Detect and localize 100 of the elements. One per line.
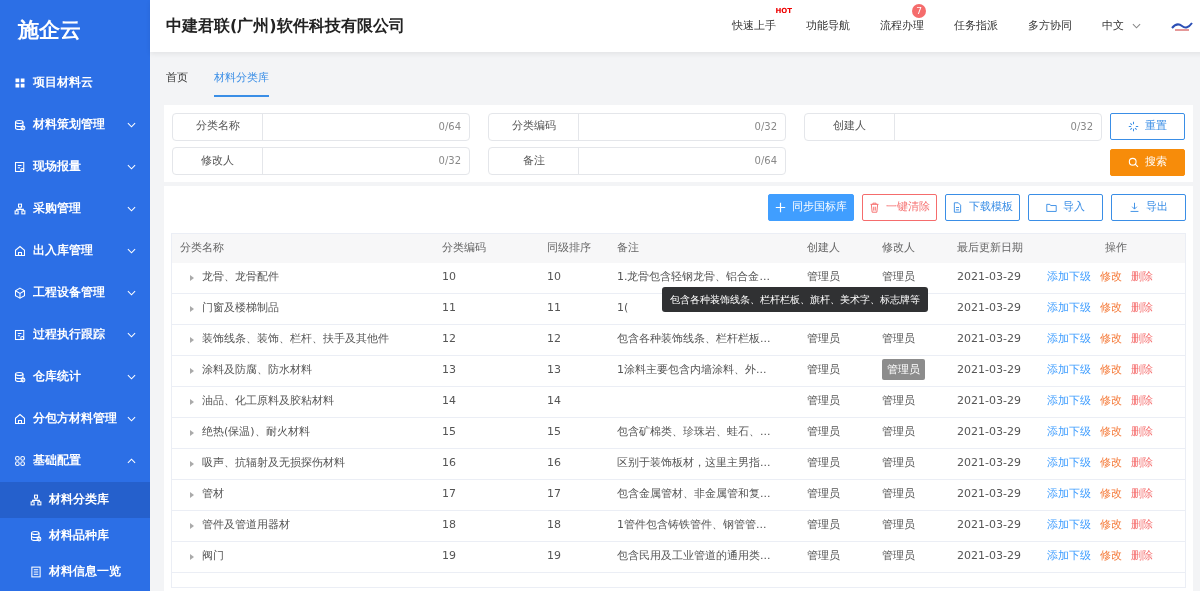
- toolbar-button[interactable]: 导出: [1111, 193, 1186, 221]
- toolbar-button[interactable]: 导入: [1028, 193, 1103, 221]
- toolbar-button[interactable]: 同步国标库: [768, 193, 854, 221]
- category-name: 管件及管道用器材: [202, 517, 290, 534]
- expand-icon[interactable]: [190, 398, 194, 405]
- action-link[interactable]: 修改: [1100, 300, 1122, 317]
- sidebar-item[interactable]: 仓库统计: [0, 356, 150, 398]
- action-link[interactable]: 删除: [1131, 331, 1153, 348]
- action-link[interactable]: 修改: [1100, 362, 1122, 379]
- reset-button[interactable]: 重置: [1110, 112, 1185, 140]
- folder-icon: [1046, 201, 1057, 213]
- sidebar-item[interactable]: 现场报量: [0, 146, 150, 188]
- input-field[interactable]: 分类名称 0/64: [172, 112, 470, 141]
- input-field[interactable]: 修改人 0/32: [172, 147, 470, 175]
- action-link[interactable]: 添加下级: [1047, 331, 1091, 348]
- chevron-down-icon: [127, 290, 136, 296]
- nav-link[interactable]: 快速上手: [732, 18, 776, 32]
- table-cell: 管理员: [807, 332, 840, 346]
- action-link[interactable]: 删除: [1131, 517, 1153, 534]
- action-link[interactable]: 修改: [1100, 455, 1122, 472]
- chevron-down-icon: [127, 374, 136, 380]
- input-field[interactable]: 备注 0/64: [488, 147, 786, 175]
- search-icon: [1128, 156, 1139, 168]
- expand-icon[interactable]: [190, 460, 194, 467]
- nav-link[interactable]: 任务指派: [954, 18, 998, 32]
- tab[interactable]: 材料分类库: [214, 60, 269, 97]
- sidebar-item[interactable]: 项目材料云: [0, 62, 150, 104]
- action-link[interactable]: 修改: [1100, 331, 1122, 348]
- category-name: 油品、化工原料及胶粘材料: [202, 393, 334, 410]
- action-link[interactable]: 删除: [1131, 393, 1153, 410]
- action-link[interactable]: 添加下级: [1047, 269, 1091, 286]
- chevron-up-icon: [127, 458, 136, 464]
- input-field[interactable]: 分类编码 0/32: [488, 112, 786, 141]
- action-link[interactable]: 修改: [1100, 393, 1122, 410]
- count-badge: 7: [912, 3, 926, 18]
- sidebar-subitem[interactable]: 材料分类库: [0, 482, 150, 518]
- action-link[interactable]: 修改: [1100, 486, 1122, 503]
- table-cell: 管理员: [807, 456, 840, 470]
- action-link[interactable]: 添加下级: [1047, 548, 1091, 565]
- action-link[interactable]: 删除: [1131, 362, 1153, 379]
- expand-icon[interactable]: [190, 491, 194, 498]
- apps-icon: [14, 455, 26, 467]
- table-cell: 2021-03-29: [957, 549, 1021, 563]
- table-cell: 1(: [617, 301, 629, 315]
- action-link[interactable]: 添加下级: [1047, 486, 1091, 503]
- action-link[interactable]: 删除: [1131, 300, 1153, 317]
- action-link[interactable]: 添加下级: [1047, 517, 1091, 534]
- expand-icon[interactable]: [190, 367, 194, 374]
- action-link[interactable]: 添加下级: [1047, 300, 1091, 317]
- category-name: 阀门: [202, 548, 224, 565]
- tab[interactable]: 首页: [166, 60, 188, 97]
- toolbar-button[interactable]: 下载模板: [945, 193, 1020, 221]
- sidebar-item[interactable]: 分包方材料管理: [0, 398, 150, 440]
- sidebar-item[interactable]: 出入库管理: [0, 230, 150, 272]
- table-cell: 包含民用及工业管道的通用类...: [617, 549, 771, 563]
- column-header: 最后更新日期: [957, 239, 1024, 256]
- table-cell: 管理员: [807, 270, 840, 284]
- action-link[interactable]: 删除: [1131, 548, 1153, 565]
- nav-link[interactable]: 功能导航: [806, 18, 850, 32]
- sidebar-subitem[interactable]: 材料信息一览: [0, 554, 150, 590]
- document-icon: [14, 161, 26, 173]
- action-link[interactable]: 添加下级: [1047, 424, 1091, 441]
- sidebar-item[interactable]: 采购管理: [0, 188, 150, 230]
- action-link[interactable]: 删除: [1131, 486, 1153, 503]
- table-cell: 16: [547, 456, 561, 470]
- action-link[interactable]: 删除: [1131, 424, 1153, 441]
- expand-icon[interactable]: [190, 336, 194, 343]
- sidebar-item[interactable]: 基础配置: [0, 440, 150, 482]
- action-link[interactable]: 修改: [1100, 269, 1122, 286]
- nav-link[interactable]: 流程办理: [880, 18, 924, 32]
- expand-icon[interactable]: [190, 274, 194, 281]
- table-cell: 管理员: [882, 270, 915, 284]
- action-link[interactable]: 修改: [1100, 424, 1122, 441]
- search-button[interactable]: 搜索: [1110, 148, 1185, 176]
- table-cell: 19: [442, 549, 456, 563]
- table-cell: 包含各种装饰线条、栏杆栏板...: [617, 332, 771, 346]
- sidebar-item[interactable]: 工程设备管理: [0, 272, 150, 314]
- sidebar-item[interactable]: 材料策划管理: [0, 104, 150, 146]
- sidebar-subitem[interactable]: 材料品种库: [0, 518, 150, 554]
- nav-link[interactable]: 多方协同: [1028, 18, 1072, 32]
- toolbar-button[interactable]: 一键清除: [862, 193, 937, 221]
- input-field[interactable]: 创建人 0/32: [804, 112, 1102, 141]
- action-link[interactable]: 添加下级: [1047, 455, 1091, 472]
- table-cell: 管理员: [882, 549, 915, 563]
- expand-icon[interactable]: [190, 522, 194, 529]
- expand-icon[interactable]: [190, 305, 194, 312]
- expand-icon[interactable]: [190, 429, 194, 436]
- action-link[interactable]: 修改: [1100, 548, 1122, 565]
- action-link[interactable]: 添加下级: [1047, 393, 1091, 410]
- tooltip: 包含各种装饰线条、栏杆栏板、旗杆、美术字、标志牌等: [662, 286, 928, 312]
- expand-icon[interactable]: [190, 553, 194, 560]
- sidebar-item[interactable]: 过程执行跟踪: [0, 314, 150, 356]
- action-link[interactable]: 添加下级: [1047, 362, 1091, 379]
- table-cell: 11: [442, 301, 456, 315]
- action-link[interactable]: 删除: [1131, 269, 1153, 286]
- action-link[interactable]: 修改: [1100, 517, 1122, 534]
- action-link[interactable]: 删除: [1131, 455, 1153, 472]
- database-icon: [14, 119, 26, 131]
- caret-icon: [1132, 23, 1141, 29]
- language-dropdown[interactable]: 中文: [1102, 17, 1141, 35]
